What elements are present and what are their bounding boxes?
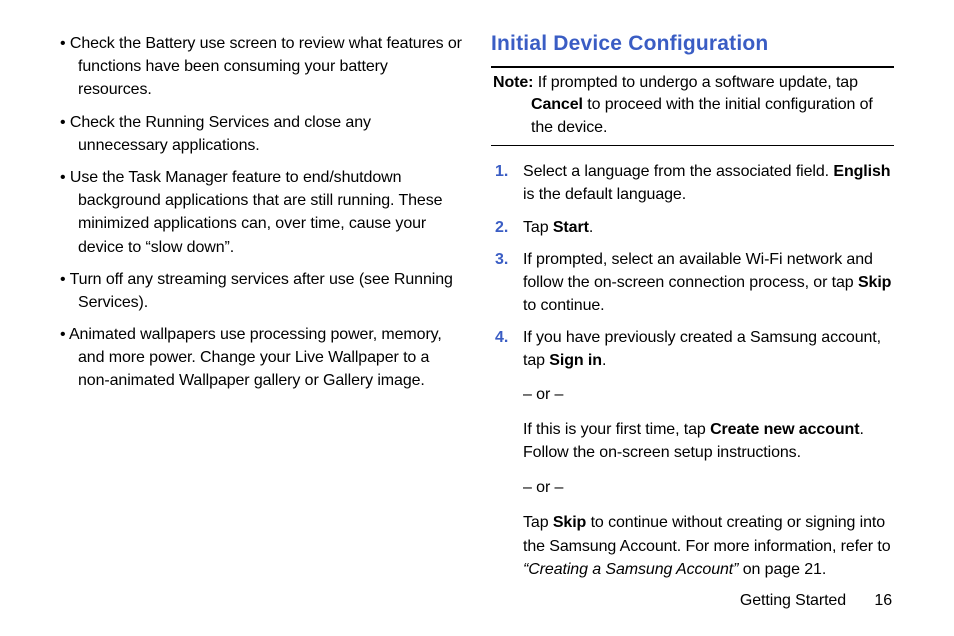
page-footer: Getting Started 16: [740, 592, 892, 610]
sub-text: Tap: [523, 514, 553, 531]
step-sub-text: If this is your first time, tap Create n…: [523, 418, 894, 464]
note-text: If prompted to undergo a software update…: [533, 74, 858, 91]
step-text: .: [589, 219, 593, 236]
step-text: Tap: [523, 219, 553, 236]
sub-text: If this is your first time, tap: [523, 421, 710, 438]
or-separator: – or –: [523, 383, 894, 406]
step-bold: Sign in: [549, 352, 602, 369]
step-bold: Skip: [858, 274, 891, 291]
or-separator: – or –: [523, 476, 894, 499]
right-column: Initial Device Configuration Note: If pr…: [491, 32, 894, 593]
tip-item: Animated wallpapers use processing power…: [60, 323, 463, 393]
tips-list: Check the Battery use screen to review w…: [60, 32, 463, 393]
note-action: Cancel: [531, 96, 583, 113]
tip-item: Check the Running Services and close any…: [60, 111, 463, 157]
step-item: If prompted, select an available Wi-Fi n…: [491, 248, 894, 318]
note-label: Note:: [493, 74, 533, 91]
divider-thick: [491, 66, 894, 68]
step-item: Select a language from the associated fi…: [491, 160, 894, 206]
step-text: Select a language from the associated fi…: [523, 163, 833, 180]
step-item: Tap Start.: [491, 216, 894, 239]
tip-item: Check the Battery use screen to review w…: [60, 32, 463, 102]
section-heading: Initial Device Configuration: [491, 32, 894, 56]
note-block: Note: If prompted to undergo a software …: [491, 72, 894, 139]
step-bold: English: [833, 163, 890, 180]
left-column: Check the Battery use screen to review w…: [60, 32, 463, 593]
sub-bold: Create new account: [710, 421, 859, 438]
step-bold: Start: [553, 219, 589, 236]
footer-section: Getting Started: [740, 592, 846, 609]
step-text: If prompted, select an available Wi-Fi n…: [523, 251, 873, 291]
footer-page-number: 16: [874, 592, 892, 609]
step-text: .: [602, 352, 606, 369]
note-text: to proceed with the initial configuratio…: [531, 96, 873, 135]
steps-list: Select a language from the associated fi…: [491, 160, 894, 581]
step-item: If you have previously created a Samsung…: [491, 326, 894, 581]
divider-thin: [491, 145, 894, 146]
reference-link: “Creating a Samsung Account”: [523, 561, 743, 578]
step-text: is the default language.: [523, 186, 686, 203]
step-sub-text: Tap Skip to continue without creating or…: [523, 511, 894, 581]
sub-text: on page 21.: [743, 561, 826, 578]
sub-bold: Skip: [553, 514, 586, 531]
step-text: to continue.: [523, 297, 605, 314]
step-sub: – or – If this is your first time, tap C…: [523, 383, 894, 581]
tip-item: Use the Task Manager feature to end/shut…: [60, 166, 463, 259]
tip-item: Turn off any streaming services after us…: [60, 268, 463, 314]
